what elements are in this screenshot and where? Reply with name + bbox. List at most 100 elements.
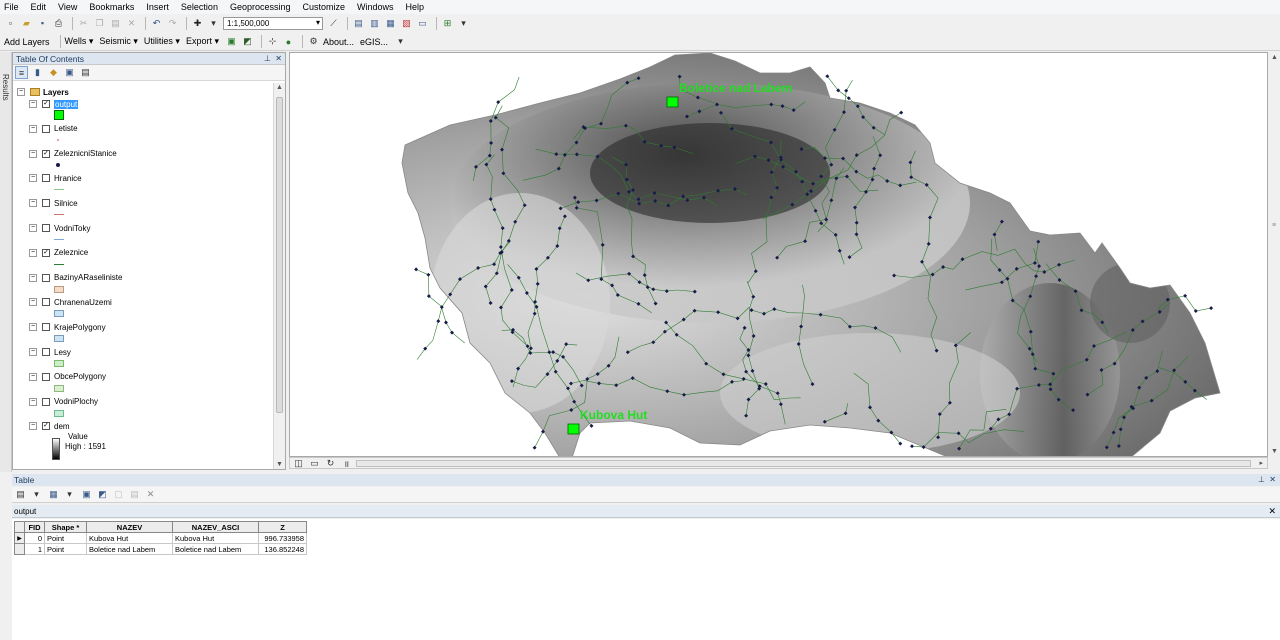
map-vertical-scrollbar[interactable]: ▲ ≡ ▼ [1268, 52, 1280, 457]
chevron-down-icon[interactable]: ▾ [30, 488, 43, 501]
layer-visibility-checkbox[interactable] [42, 199, 50, 208]
menu-insert[interactable]: Insert [146, 2, 169, 12]
collapse-icon[interactable]: − [29, 422, 37, 431]
station-marker[interactable] [899, 110, 904, 115]
menu-geoprocessing[interactable]: Geoprocessing [230, 2, 291, 12]
toc-layer-row[interactable]: − VodniToky [29, 222, 90, 234]
menu-selection[interactable]: Selection [181, 2, 218, 12]
delete-selected-icon[interactable]: ✕ [144, 488, 157, 501]
layer-symbol-icon[interactable] [54, 285, 64, 293]
station-marker[interactable] [1183, 293, 1188, 298]
collapse-icon[interactable]: − [29, 224, 37, 232]
about-button[interactable]: About... [323, 37, 354, 47]
collapse-icon[interactable]: − [29, 323, 37, 332]
switch-selection-icon[interactable]: ◩ [96, 488, 109, 501]
collapse-icon[interactable]: − [29, 174, 37, 183]
table-of-contents-icon[interactable]: ▤ [352, 17, 365, 30]
layer-name[interactable]: Hranice [54, 174, 82, 183]
export-menu[interactable]: Export ▾ [186, 36, 219, 47]
toc-layer-row[interactable]: − VodniPlochy [29, 396, 98, 408]
utilities-menu[interactable]: Utilities ▾ [144, 36, 180, 47]
column-header-shape[interactable]: Shape * [44, 521, 87, 533]
collapse-icon[interactable]: − [29, 372, 37, 381]
layer-symbol-icon[interactable] [54, 110, 64, 120]
layer-name[interactable]: Zeleznice [54, 248, 88, 257]
layers-group-row[interactable]: − Layers [17, 86, 69, 98]
column-header-fid[interactable]: FID [24, 521, 45, 533]
menu-view[interactable]: View [58, 2, 77, 12]
layer-symbol-icon[interactable] [54, 360, 64, 367]
seismic-menu[interactable]: Seismic ▾ [99, 36, 138, 47]
collapse-icon[interactable]: − [29, 100, 37, 108]
column-header-z[interactable]: Z [258, 521, 307, 533]
chevron-down-icon[interactable]: ▾ [207, 17, 220, 30]
layer-name[interactable]: dem [54, 422, 70, 431]
identify-tool-icon[interactable]: ◩ [241, 35, 254, 48]
save-icon[interactable]: ▪ [36, 17, 49, 30]
layer-visibility-checkbox[interactable]: ✓ [42, 149, 50, 158]
layer-visibility-checkbox[interactable]: ✓ [42, 100, 50, 108]
paste-icon[interactable]: ▤ [109, 17, 122, 30]
toc-layer-row[interactable]: − BazinyARaseliniste [29, 272, 122, 284]
layer-visibility-checkbox[interactable] [42, 174, 50, 183]
print-icon[interactable]: ⎙ [52, 17, 65, 30]
layer-visibility-checkbox[interactable] [42, 397, 50, 406]
toc-scrollbar[interactable]: ▲ ▼ [273, 83, 285, 469]
toc-options-icon[interactable]: ▤ [79, 66, 92, 79]
row-indicator[interactable] [14, 543, 25, 555]
clear-selection-icon[interactable]: ▢ [112, 488, 125, 501]
table-row[interactable]: ▶ 0 Point Kubova Hut Kubova Hut 996.7339… [14, 532, 307, 544]
copy-icon[interactable]: ❐ [93, 17, 106, 30]
toc-layer-row[interactable]: − ✓ ZeleznicniStanice [29, 148, 117, 160]
map-scale-combo[interactable]: 1:1,500,000 [223, 16, 323, 30]
station-marker[interactable] [426, 272, 431, 277]
editor-toolbar-icon[interactable]: ⟋ [327, 17, 340, 30]
current-row-indicator-icon[interactable]: ▶ [14, 532, 25, 544]
collapse-icon[interactable]: − [29, 248, 37, 257]
station-marker[interactable] [444, 320, 448, 325]
cell-nazev[interactable]: Boletice nad Labem [86, 543, 173, 555]
select-by-attributes-icon[interactable]: ▣ [80, 488, 93, 501]
station-marker[interactable] [436, 319, 441, 324]
scroll-down-icon[interactable]: ▼ [1271, 448, 1278, 455]
cell-fid[interactable]: 0 [24, 532, 45, 544]
scroll-grip-icon[interactable]: ≡ [1272, 222, 1276, 229]
collapse-icon[interactable]: − [29, 397, 37, 406]
arctoolbox-icon[interactable]: ▧ [400, 17, 413, 30]
toc-layer-row[interactable]: − ChranenaUzemi [29, 296, 112, 308]
search-window-icon[interactable]: ▦ [384, 17, 397, 30]
map-horizontal-scrollbar[interactable] [356, 460, 1251, 467]
layer-symbol-icon[interactable] [54, 239, 64, 240]
station-marker[interactable] [1209, 306, 1214, 311]
map-view[interactable]: Boletice nad Labem Kubova Hut [289, 52, 1268, 457]
station-marker[interactable] [1193, 309, 1198, 313]
toc-layer-row[interactable]: − Lesy [29, 346, 71, 358]
chevron-down-icon[interactable]: ▾ [63, 488, 76, 501]
column-header-nazev[interactable]: NAZEV [86, 521, 173, 533]
map-canvas[interactable]: Boletice nad Labem Kubova Hut [290, 53, 1268, 457]
refresh-icon[interactable]: ↻ [324, 457, 337, 470]
layer-visibility-checkbox[interactable] [42, 224, 50, 232]
layer-visibility-checkbox[interactable] [42, 372, 50, 381]
column-header-nazev-asci[interactable]: NAZEV_ASCI [172, 521, 259, 533]
layer-name[interactable]: ChranenaUzemi [54, 298, 112, 307]
list-by-selection-icon[interactable]: ▣ [63, 66, 76, 79]
scroll-up-icon[interactable]: ▲ [1271, 54, 1278, 61]
menu-windows[interactable]: Windows [357, 2, 394, 12]
layer-tool-icon[interactable]: ▣ [225, 35, 238, 48]
layer-visibility-checkbox[interactable] [42, 124, 50, 133]
toc-layer-row[interactable]: − Silnice [29, 197, 78, 209]
layer-name[interactable]: ObcePolygony [54, 372, 106, 381]
station-marker[interactable] [910, 444, 914, 449]
pause-drawing-icon[interactable]: ॥ [340, 457, 353, 470]
menu-file[interactable]: File [4, 2, 19, 12]
cell-z[interactable]: 136.852248 [258, 543, 307, 555]
scroll-up-icon[interactable]: ▲ [276, 84, 283, 91]
collapse-icon[interactable]: − [29, 149, 37, 158]
toc-layer-row[interactable]: − KrajePolygony [29, 321, 106, 333]
list-by-visibility-icon[interactable]: ◆ [47, 66, 60, 79]
layer-visibility-checkbox[interactable] [42, 298, 50, 307]
model-builder-icon[interactable]: ⊞ [441, 17, 454, 30]
cell-nazev[interactable]: Kubova Hut [86, 532, 173, 544]
layer-symbol-icon[interactable] [54, 409, 64, 417]
